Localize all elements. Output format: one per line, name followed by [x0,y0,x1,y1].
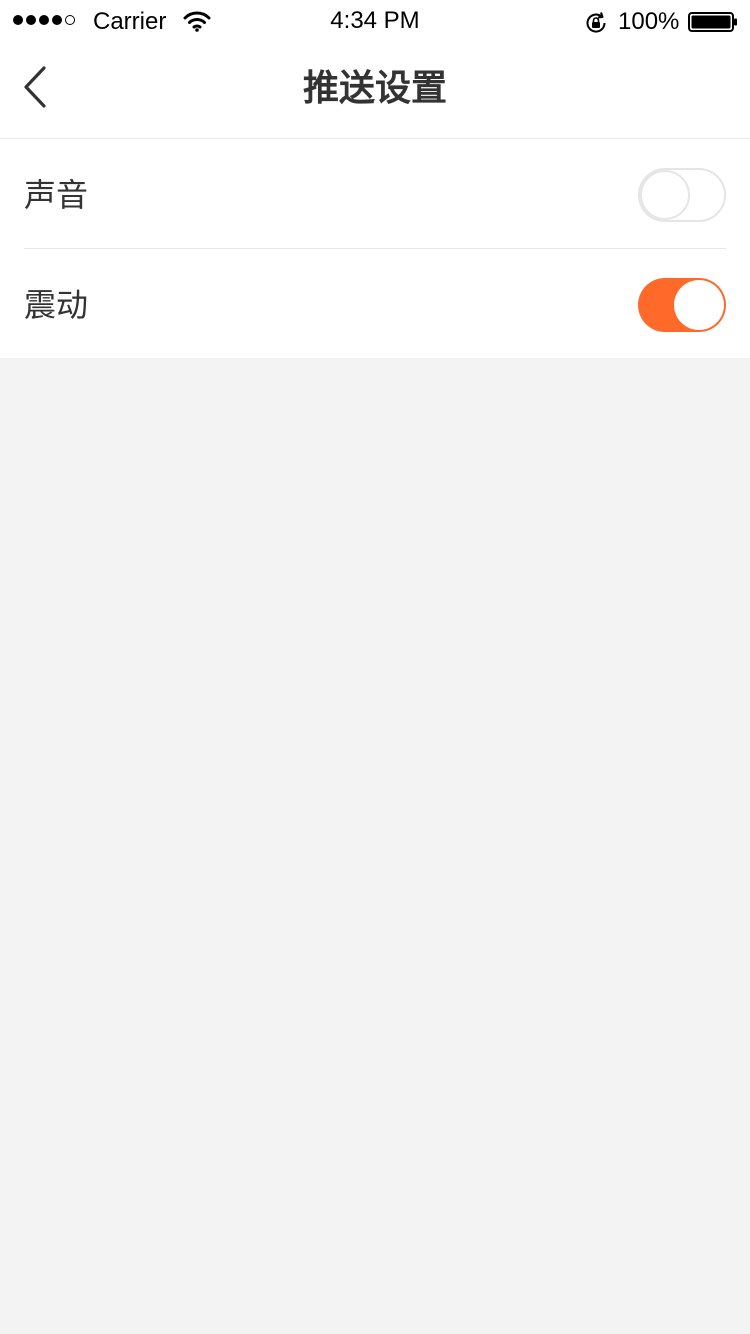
setting-row-sound: 声音 [24,139,726,248]
battery-percent: 100% [618,8,680,35]
setting-label-sound: 声音 [24,176,89,214]
page-title: 推送设置 [302,68,447,109]
battery-icon [688,12,738,36]
navigation-bar: 推送设置 [0,40,750,139]
settings-list: 声音 震动 [0,139,750,358]
rotation-lock-icon [583,10,609,40]
toggle-knob [640,170,690,220]
setting-row-vibration: 震动 [24,248,726,358]
setting-label-vibration: 震动 [24,286,89,324]
sound-toggle[interactable] [638,168,726,222]
status-bar: Carrier 4:34 PM 100% [0,0,750,40]
vibration-toggle[interactable] [638,278,726,332]
toggle-knob [674,280,724,330]
